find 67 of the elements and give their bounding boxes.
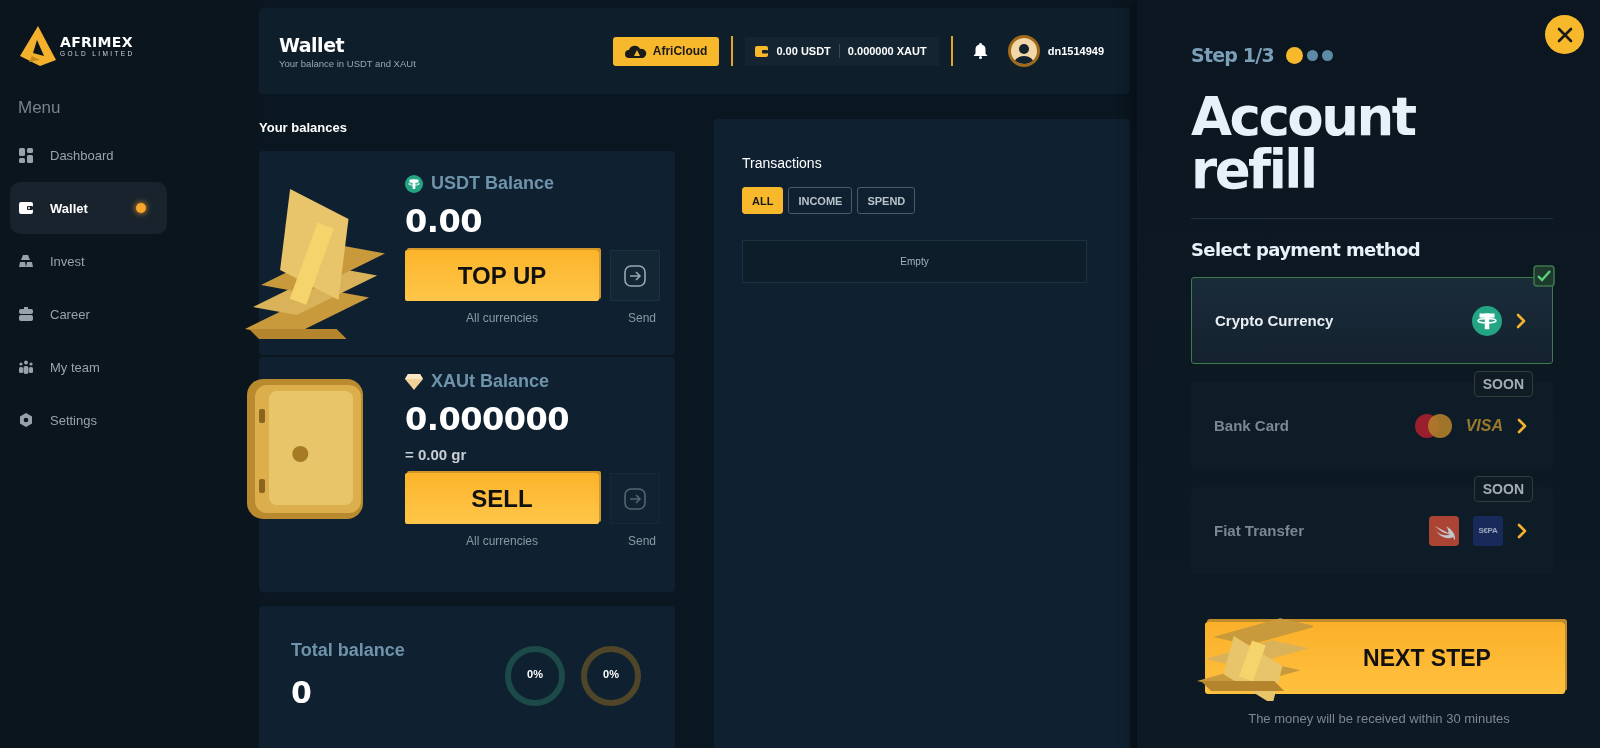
people-icon [19, 359, 33, 375]
send-button[interactable] [610, 250, 660, 301]
info-note: The money will be received within 30 minutes [1247, 711, 1511, 726]
logo-icon [20, 26, 56, 66]
ingot-icon [19, 253, 33, 269]
step-label: Step 1/3 [1191, 44, 1274, 66]
tether-icon [1472, 305, 1502, 336]
panel-title: Account refill [1191, 90, 1417, 196]
filter-tab[interactable]: SPEND [857, 187, 916, 214]
brand-name: AFRIMEX [60, 35, 134, 49]
chevron-icon [1517, 522, 1527, 539]
card-brand-label: VISA [1465, 416, 1503, 435]
total-label: Total balance [291, 640, 406, 661]
balance-title: USDT Balance [431, 173, 555, 194]
chevron-icon [1516, 312, 1526, 329]
total-amount: 0 [291, 675, 313, 710]
soon-badge: SOON [1473, 476, 1533, 502]
action-button[interactable]: TOP UP [405, 250, 599, 301]
menu-item[interactable]: Settings [10, 394, 167, 446]
close-icon [1556, 26, 1573, 43]
close-button[interactable] [1545, 15, 1584, 54]
balance-amount: 0.000000 [405, 400, 570, 438]
briefcase-icon [19, 306, 33, 322]
balance-title: XAUt Balance [431, 371, 550, 392]
filter-tab[interactable]: ALL [742, 187, 784, 214]
section-heading: Your balances [259, 120, 348, 136]
transfer-brand-label: S€PA [1473, 515, 1503, 546]
username: dn1514949 [1047, 45, 1104, 57]
card-brand-icon [1414, 413, 1452, 438]
balance-amount: 0.00 USDT [776, 45, 831, 57]
checkmark-icon [1533, 265, 1555, 287]
cloud-icon [624, 44, 647, 58]
bird-icon [1429, 515, 1459, 546]
balance-amount: 0.000000 XAUT [847, 45, 927, 57]
tether-icon [405, 174, 423, 193]
page-subtitle: Your balance in USDT and XAUt [279, 57, 417, 69]
percent-label: 0% [526, 668, 544, 680]
menu-item[interactable]: Dashboard [10, 129, 167, 181]
grid-icon [19, 147, 33, 163]
caption: All currencies [465, 534, 539, 548]
balance-amount: 0.00 [405, 202, 483, 240]
section-heading: Select payment method [1191, 239, 1421, 260]
bell-icon[interactable] [972, 43, 988, 59]
avatar[interactable] [1007, 35, 1040, 67]
page-title: Wallet [279, 33, 346, 56]
caption: All currencies [465, 311, 539, 325]
action-button[interactable]: SELL [405, 473, 599, 524]
settings-icon [19, 412, 33, 428]
menu-item[interactable]: My team [10, 341, 167, 393]
panel-title: Transactions [742, 155, 823, 171]
filter-tab[interactable]: INCOME [788, 187, 853, 214]
caption: Send [626, 534, 657, 548]
cloud-button[interactable]: AfriCloud [612, 36, 720, 66]
menu-item[interactable]: Career [10, 288, 167, 340]
gram-equivalent: = 0.00 gr [405, 446, 468, 463]
diamond-icon [405, 373, 423, 390]
caption: Send [626, 311, 657, 325]
soon-badge: SOON [1473, 371, 1533, 397]
percent-label: 0% [602, 668, 620, 680]
menu-heading: Menu [17, 98, 62, 118]
empty-state: Empty [742, 240, 1087, 283]
chevron-icon [1517, 417, 1527, 434]
wallet-icon [755, 45, 769, 57]
wallet-icon [19, 200, 33, 216]
menu-item[interactable]: Wallet [10, 182, 167, 234]
menu-item[interactable]: Invest [10, 235, 167, 287]
payment-option[interactable]: Crypto Currency [1191, 277, 1553, 364]
